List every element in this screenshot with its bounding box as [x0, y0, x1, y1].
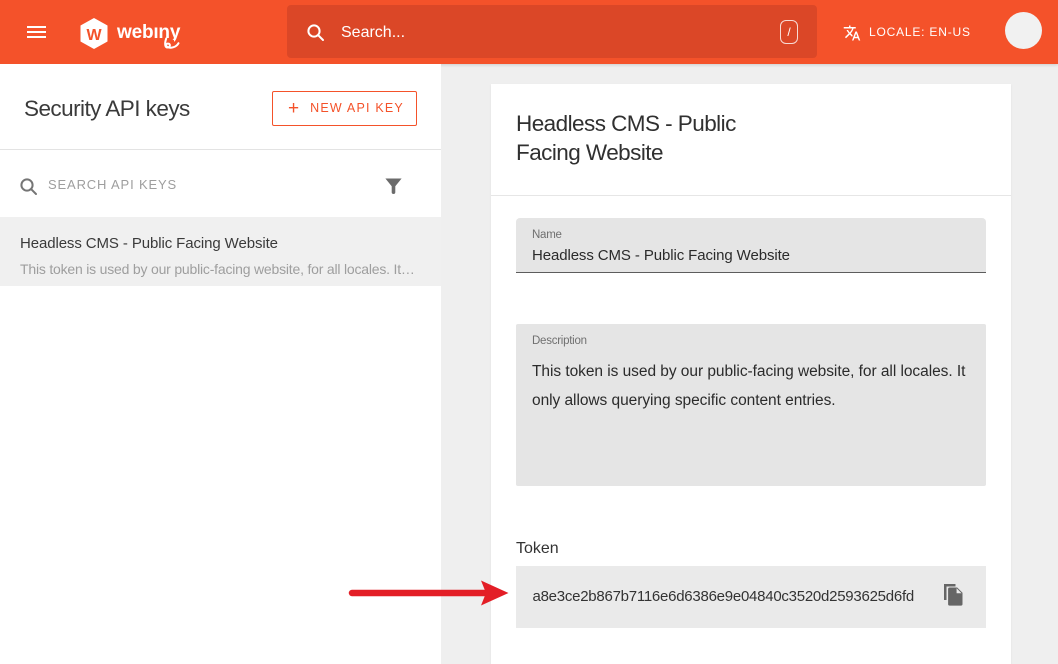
svg-text:W: W [86, 27, 102, 44]
